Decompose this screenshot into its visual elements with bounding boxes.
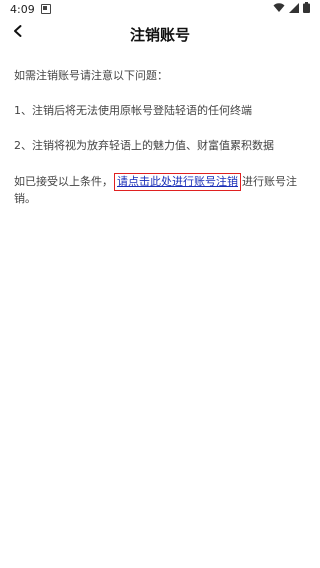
link-highlight-box: 请点击此处进行账号注销 [114, 173, 241, 191]
status-right [273, 2, 310, 16]
status-bar: 4:09 [0, 0, 320, 18]
notice-item-2: 2、注销将视为放弃轻语上的魅力值、财富值累积数据 [14, 139, 274, 152]
battery-icon [303, 2, 310, 16]
intro-text: 如需注销账号请注意以下问题： [14, 69, 168, 82]
final-paragraph: 如已接受以上条件， 请点击此处进行账号注销 进行账号注销。 [14, 173, 306, 207]
content: 如需注销账号请注意以下问题： 1、注销后将无法使用原帐号登陆轻语的任何终端 2、… [14, 68, 306, 226]
signal-icon [289, 2, 299, 16]
notice-item-1: 1、注销后将无法使用原帐号登陆轻语的任何终端 [14, 104, 252, 117]
status-time: 4:09 [10, 2, 35, 16]
notification-icon [40, 4, 51, 14]
app-header: 注销账号 [0, 18, 320, 48]
wifi-icon [273, 2, 285, 16]
page-title: 注销账号 [129, 26, 190, 44]
cancel-account-link[interactable]: 请点击此处进行账号注销 [117, 175, 238, 188]
status-left: 4:09 [10, 3, 51, 16]
final-prefix: 如已接受以上条件， [14, 175, 113, 188]
